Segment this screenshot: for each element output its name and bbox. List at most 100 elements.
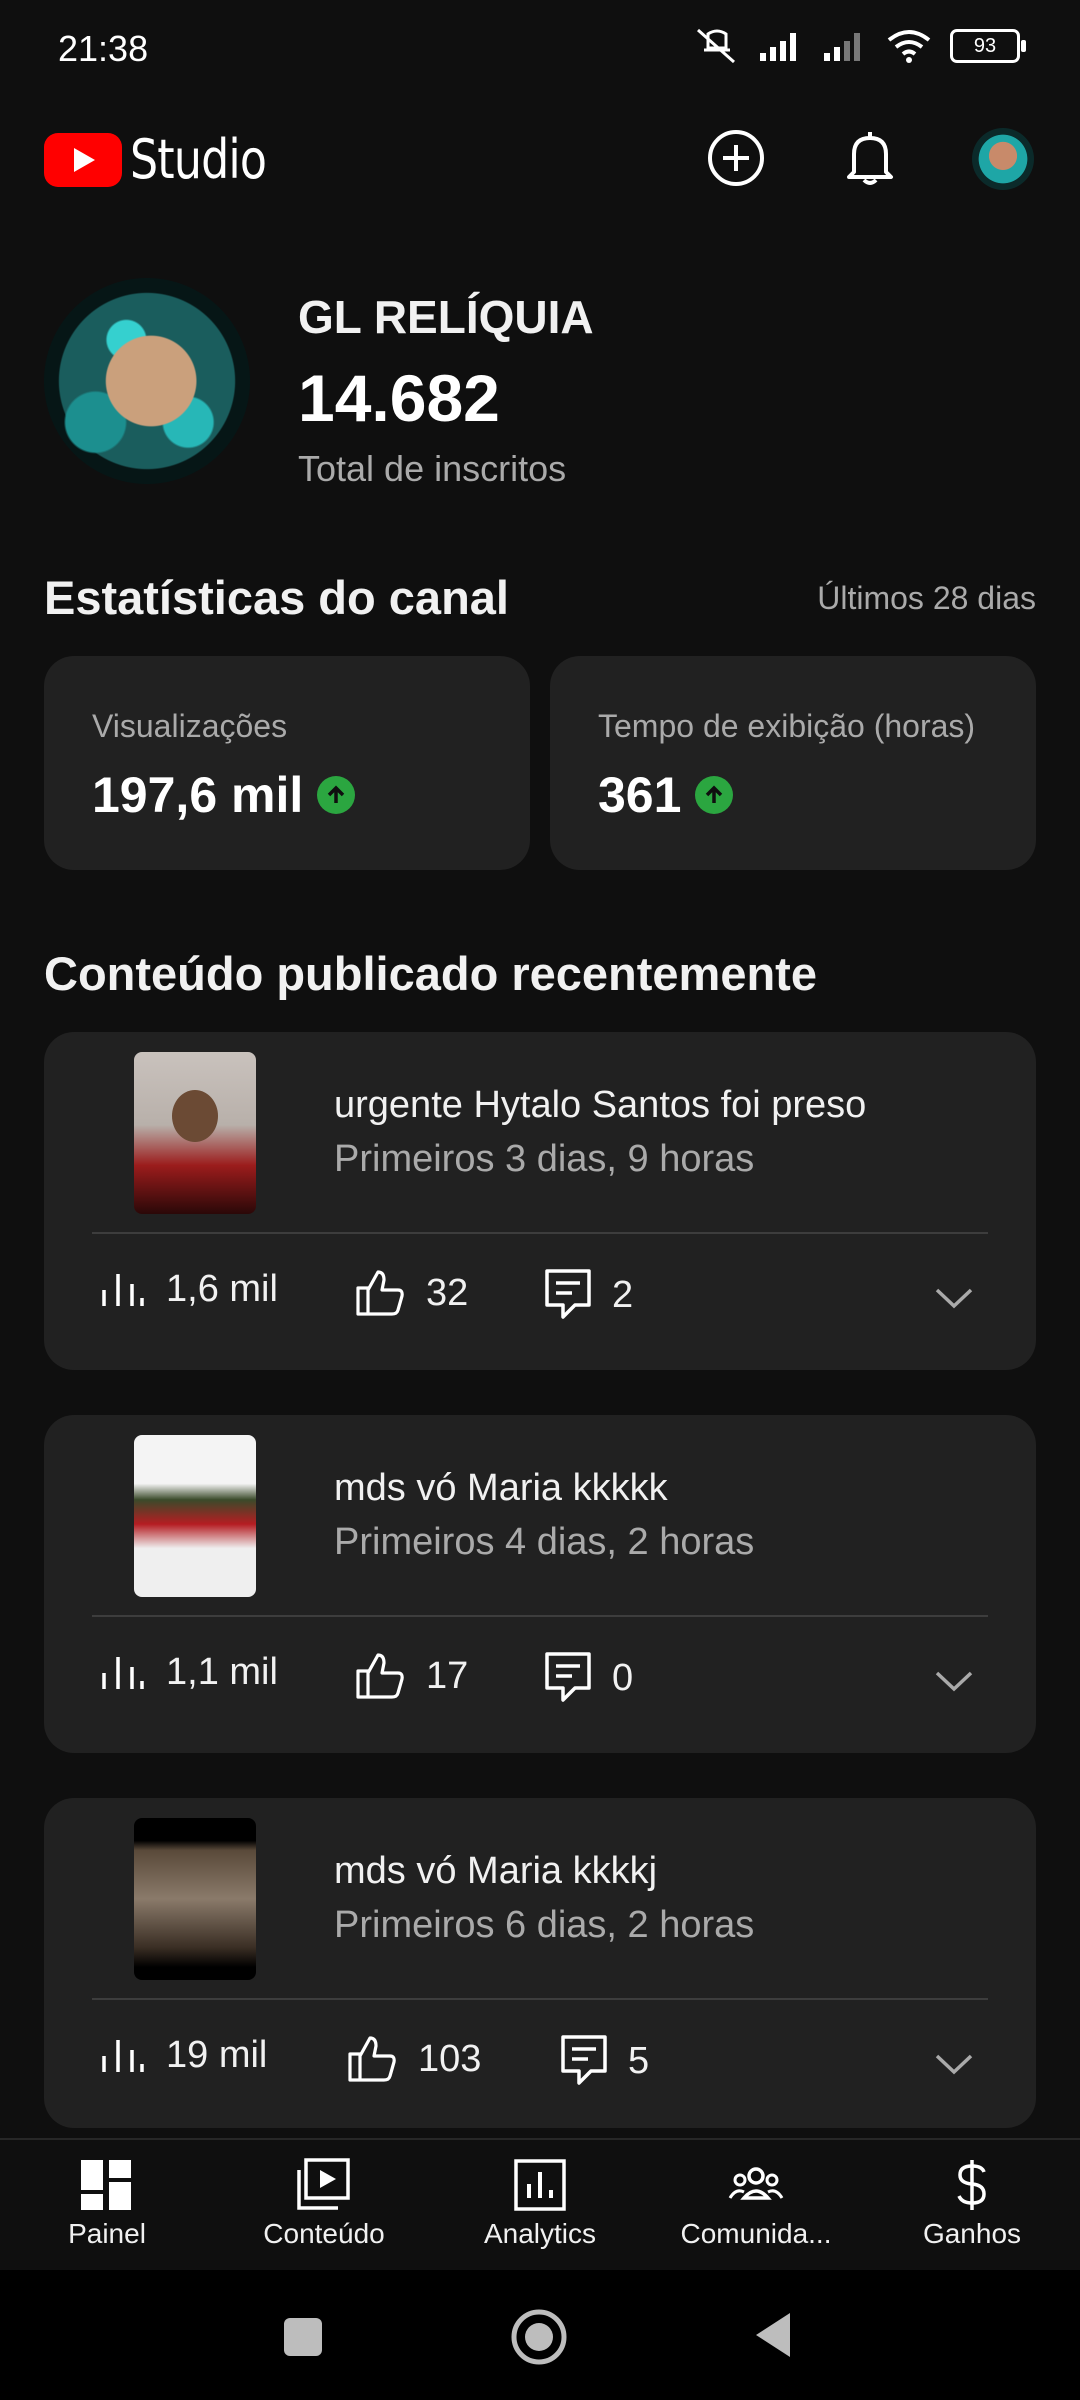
account-avatar[interactable] [972, 128, 1034, 190]
views-metric: 1,1 mil [100, 1651, 278, 1694]
views-metric: 1,6 mil [100, 1268, 278, 1311]
system-navigation-bar [0, 2270, 1080, 2400]
likes-count: 32 [426, 1271, 469, 1314]
signal-icon-2 [824, 33, 860, 61]
comment-icon [561, 2035, 607, 2085]
trend-up-icon [317, 776, 356, 814]
subscriber-count: 14.682 [298, 361, 500, 435]
nav-item-analytics[interactable]: Analytics [440, 2158, 640, 2250]
status-bar: 21:38 93 [0, 0, 1080, 100]
create-button[interactable] [704, 126, 768, 190]
nav-label: Comunida... [680, 2218, 832, 2249]
youtube-studio-logo[interactable]: Studio [44, 128, 296, 191]
comments-count: 0 [612, 1656, 634, 1699]
youtube-play-icon [44, 132, 122, 187]
home-button[interactable] [510, 2308, 568, 2366]
stat-value: 361 [598, 767, 682, 823]
views-bars-icon [102, 1656, 144, 1689]
stat-label: Tempo de exibição (horas) [598, 708, 976, 744]
video-title: mds vó Maria kkkkk [334, 1467, 668, 1509]
nav-item-earn[interactable]: Ganhos [872, 2158, 1072, 2250]
battery-level: 93 [973, 34, 997, 57]
subscriber-label: Total de inscritos [298, 448, 567, 489]
video-period: Primeiros 3 dias, 9 horas [334, 1138, 755, 1180]
video-thumbnail [134, 1435, 256, 1597]
likes-metric: 17 [354, 1651, 468, 1701]
video-period: Primeiros 6 dias, 2 horas [334, 1904, 755, 1946]
video-title: mds vó Maria kkkkj [334, 1850, 658, 1892]
video-title: urgente Hytalo Santos foi preso [334, 1084, 867, 1126]
dollar-icon [957, 2160, 986, 2210]
views-count: 1,6 mil [166, 1268, 278, 1310]
thumbs-up-icon [356, 1270, 404, 1316]
divider [92, 1998, 988, 2000]
divider [92, 1232, 988, 1234]
stat-card-views[interactable]: Visualizações 197,6 mil [44, 656, 530, 870]
trend-up-icon [695, 776, 734, 814]
thumbs-up-icon [356, 1653, 404, 1699]
bottom-nav: Painel Conteúdo Analytics Comunida... Ga… [0, 2138, 1080, 2272]
nav-label: Painel [68, 2218, 146, 2249]
channel-name: GL RELÍQUIA [298, 291, 594, 343]
nav-item-community[interactable]: Comunida... [656, 2158, 856, 2250]
channel-summary: GL RELÍQUIA 14.682 Total de inscritos [44, 278, 1044, 498]
comment-icon [545, 1269, 591, 1319]
views-count: 19 mil [166, 2034, 268, 2076]
video-card[interactable]: mds vó Maria kkkkj Primeiros 6 dias, 2 h… [44, 1798, 1036, 2128]
comments-metric: 5 [560, 2034, 649, 2088]
comments-metric: 0 [544, 1651, 633, 1705]
bell-icon [847, 132, 893, 185]
nav-label: Analytics [483, 2218, 597, 2249]
community-icon [728, 2167, 784, 2200]
video-thumbnail [134, 1052, 256, 1214]
stat-value-wrap: 197,6 mil [92, 766, 356, 824]
likes-metric: 103 [346, 2034, 481, 2084]
views-bars-icon [102, 2039, 144, 2072]
comments-count: 5 [628, 2039, 650, 2082]
content-icon [297, 2158, 350, 2210]
status-time: 21:38 [58, 28, 149, 69]
video-card[interactable]: mds vó Maria kkkkk Primeiros 4 dias, 2 h… [44, 1415, 1036, 1753]
wifi-icon [887, 30, 931, 63]
nav-item-dashboard[interactable]: Painel [7, 2158, 207, 2250]
channel-avatar [44, 278, 250, 484]
vibrate-off-icon [697, 28, 735, 64]
likes-metric: 32 [354, 1268, 468, 1318]
stats-period: Últimos 28 dias [817, 580, 1036, 616]
notifications-button[interactable] [838, 126, 902, 190]
app-header: Studio [0, 110, 1080, 210]
stat-card-watch-time[interactable]: Tempo de exibição (horas) 361 [550, 656, 1036, 870]
video-period: Primeiros 4 dias, 2 horas [334, 1521, 755, 1563]
video-card[interactable]: urgente Hytalo Santos foi preso Primeiro… [44, 1032, 1036, 1370]
analytics-icon [514, 2159, 566, 2211]
battery-indicator: 93 [950, 29, 1026, 63]
views-metric: 19 mil [100, 2034, 267, 2077]
add-circle-icon [708, 130, 764, 186]
divider [92, 1615, 988, 1617]
dashboard-icon [81, 2160, 131, 2210]
chevron-down-icon[interactable] [934, 1286, 974, 1310]
stat-value-wrap: 361 [598, 766, 734, 824]
views-count: 1,1 mil [166, 1651, 278, 1693]
logo-text: Studio [130, 128, 267, 191]
likes-count: 17 [426, 1654, 469, 1697]
thumbs-up-icon [348, 2036, 396, 2082]
nav-label: Conteúdo [263, 2218, 385, 2249]
signal-icon [760, 33, 796, 61]
video-thumbnail [134, 1818, 256, 1980]
recents-button[interactable] [282, 2316, 324, 2358]
nav-item-content[interactable]: Conteúdo [224, 2158, 424, 2250]
comment-icon [545, 1652, 591, 1702]
stat-label: Visualizações [92, 708, 288, 744]
comments-metric: 2 [544, 1268, 633, 1322]
recent-title: Conteúdo publicado recentemente [44, 947, 817, 1000]
chevron-down-icon[interactable] [934, 2052, 974, 2076]
stats-title: Estatísticas do canal [44, 571, 509, 624]
status-icons: 93 [694, 26, 1026, 66]
likes-count: 103 [418, 2037, 482, 2080]
nav-label: Ganhos [922, 2218, 1022, 2249]
comments-count: 2 [612, 1273, 634, 1316]
views-bars-icon [102, 1273, 144, 1306]
back-button[interactable] [752, 2310, 794, 2360]
chevron-down-icon[interactable] [934, 1669, 974, 1693]
